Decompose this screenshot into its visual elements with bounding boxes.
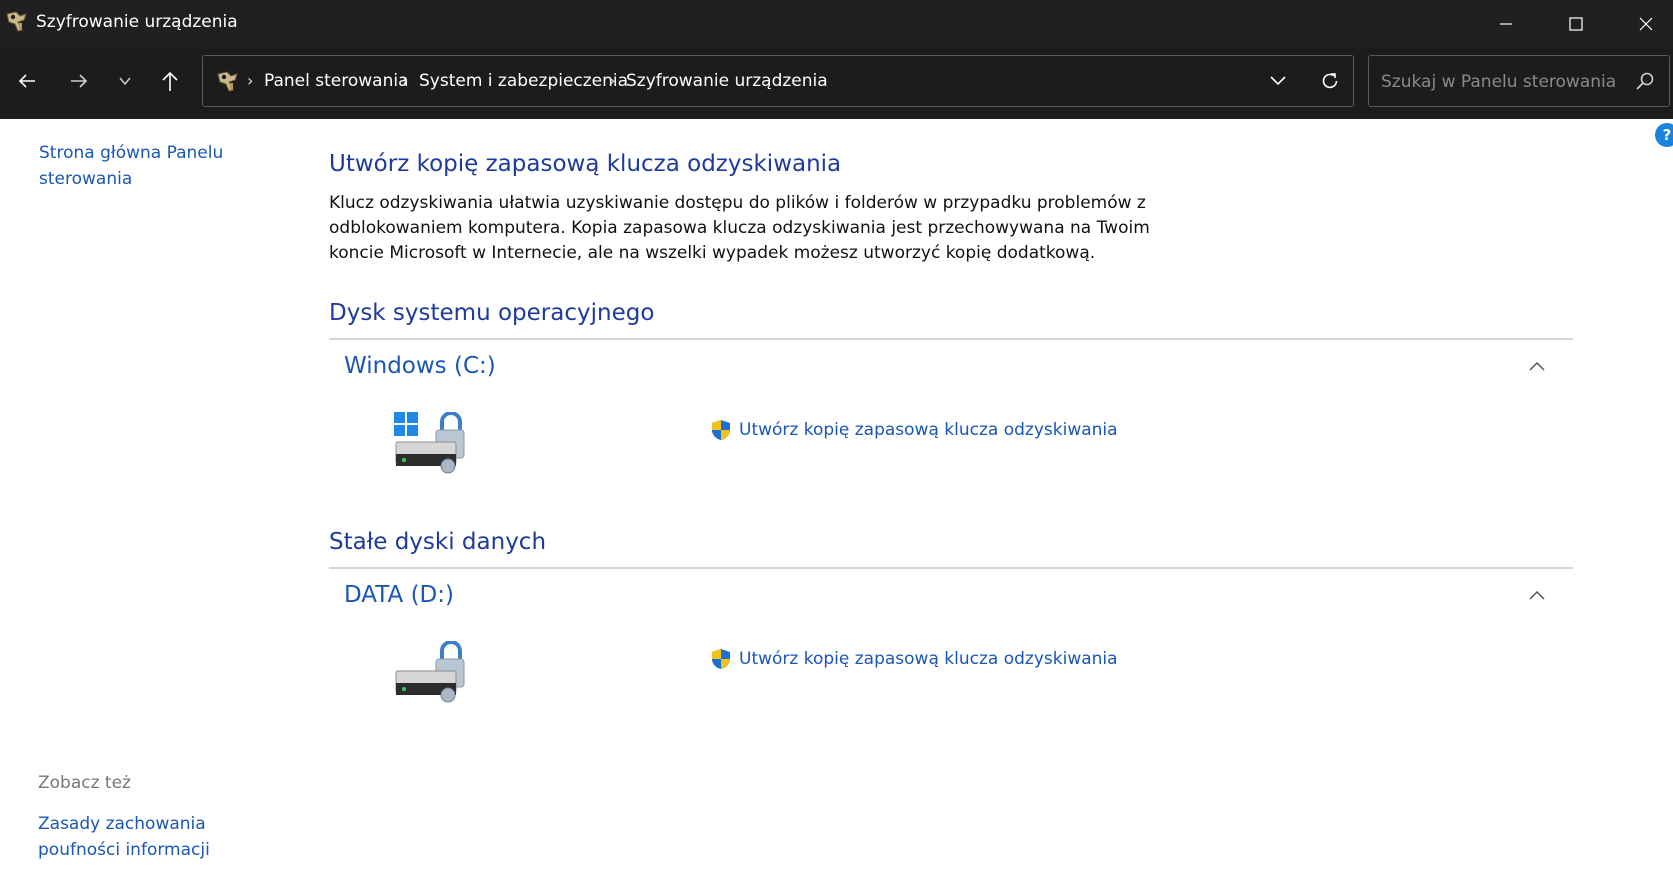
section-title-os-drive: Dysk systemu operacyjnego — [329, 300, 655, 326]
search-input[interactable] — [1379, 69, 1623, 95]
backup-key-c-link[interactable]: Utwórz kopię zapasową klucza odzyskiwani… — [739, 420, 1118, 440]
see-also-heading: Zobacz też — [38, 773, 131, 793]
breadcrumb-separator-icon: › — [609, 71, 616, 90]
address-bar[interactable]: › Panel sterowania › System i zabezpiecz… — [202, 55, 1354, 107]
chevron-up-icon — [1529, 590, 1545, 600]
backup-key-d-action[interactable]: Utwórz kopię zapasową klucza odzyskiwani… — [710, 648, 1118, 670]
arrow-right-icon — [71, 74, 88, 88]
backup-key-c-action[interactable]: Utwórz kopię zapasową klucza odzyskiwani… — [710, 419, 1118, 441]
arrow-up-icon — [162, 71, 178, 91]
bitlocker-key-icon — [6, 11, 27, 32]
section-title-data-drives: Stałe dyski danych — [329, 529, 547, 555]
minimize-icon — [1500, 22, 1512, 25]
backup-key-d-link[interactable]: Utwórz kopię zapasową klucza odzyskiwani… — [739, 649, 1118, 669]
page-title: Utwórz kopię zapasową klucza odzyskiwani… — [329, 151, 842, 177]
recent-locations-button[interactable] — [107, 63, 143, 99]
breadcrumb-separator-icon: › — [402, 71, 409, 90]
window-title: Szyfrowanie urządzenia — [36, 12, 238, 32]
breadcrumb-device-encryption[interactable]: Szyfrowanie urządzenia — [626, 71, 828, 91]
control-panel-home-link[interactable]: Strona główna Panelu sterowania — [39, 140, 239, 192]
refresh-icon — [1322, 73, 1338, 89]
uac-shield-icon — [712, 420, 730, 440]
os-drive-unlocked-icon — [394, 412, 465, 474]
minimize-button[interactable] — [1476, 0, 1536, 47]
address-history-button[interactable] — [1261, 64, 1295, 98]
search-box[interactable] — [1368, 55, 1670, 107]
collapse-drive-d-button[interactable] — [1524, 584, 1550, 606]
refresh-button[interactable] — [1313, 64, 1347, 98]
drive-name-d[interactable]: DATA (D:) — [344, 582, 454, 608]
drive-name-c[interactable]: Windows (C:) — [344, 353, 496, 379]
data-drive-unlocked-icon — [395, 641, 465, 703]
maximize-button[interactable] — [1546, 0, 1606, 47]
page-description: Klucz odzyskiwania ułatwia uzyskiwanie d… — [329, 193, 1150, 263]
breadcrumb-system-security[interactable]: System i zabezpieczenia — [419, 71, 628, 91]
search-icon[interactable] — [1634, 70, 1656, 92]
close-button[interactable] — [1616, 0, 1673, 47]
navigation-bar: › Panel sterowania › System i zabezpiecz… — [0, 47, 1673, 119]
forward-button[interactable] — [61, 63, 97, 99]
breadcrumb-separator-icon: › — [247, 71, 254, 90]
help-button[interactable]: ? — [1655, 123, 1673, 147]
collapse-drive-c-button[interactable] — [1524, 355, 1550, 377]
maximize-icon — [1569, 16, 1583, 31]
up-button[interactable] — [152, 63, 188, 99]
arrow-left-icon — [18, 74, 35, 88]
chevron-down-icon — [1270, 76, 1286, 86]
back-button[interactable] — [9, 63, 45, 99]
close-icon — [1639, 17, 1653, 30]
chevron-down-icon — [119, 77, 131, 86]
uac-shield-icon — [712, 649, 730, 669]
title-bar: Szyfrowanie urządzenia — [0, 0, 1673, 47]
chevron-up-icon — [1529, 361, 1545, 371]
section-divider — [329, 567, 1573, 569]
breadcrumb-control-panel[interactable]: Panel sterowania — [264, 71, 409, 91]
privacy-statement-link[interactable]: Zasady zachowania poufności informacji — [38, 811, 293, 863]
section-divider — [329, 338, 1573, 340]
bitlocker-key-icon — [217, 71, 238, 92]
help-icon: ? — [1662, 126, 1672, 144]
